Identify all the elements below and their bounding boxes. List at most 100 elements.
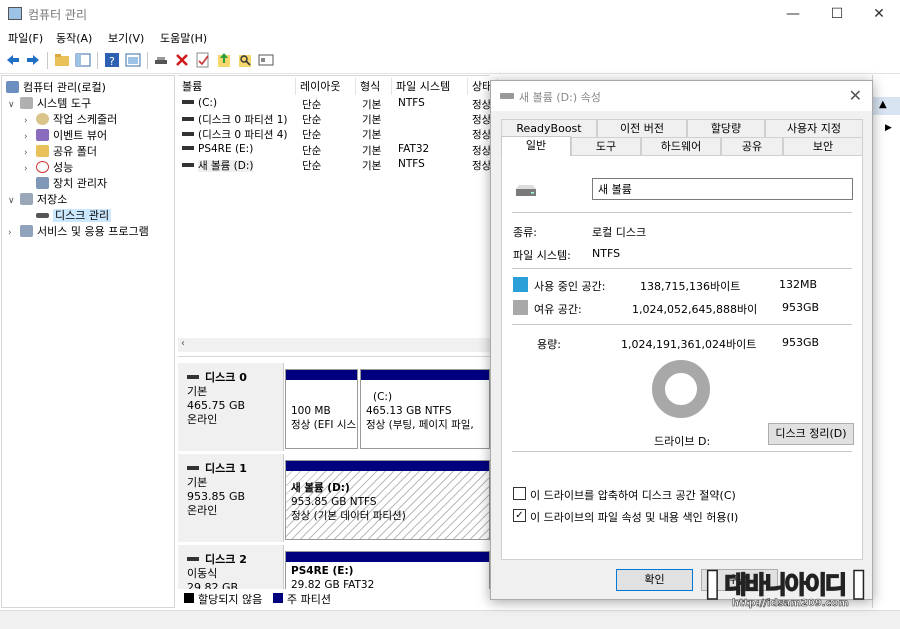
up-folder-icon[interactable] — [54, 52, 70, 68]
toolbar-separator — [147, 52, 148, 69]
table-row[interactable]: (C:) 단순 기본 NTFS 정상 — [178, 97, 491, 112]
free-space-label: 여유 공간: — [534, 303, 582, 316]
disk-map: 디스크 0 기본 465.75 GB 온라인 100 MB 정상 (EFI 시스… — [178, 356, 490, 608]
column-header-layout[interactable]: 레이아웃 — [296, 78, 356, 95]
tab-general[interactable]: 일반 — [501, 136, 571, 156]
legend-swatch-unallocated — [184, 593, 194, 603]
title-bar: 컴퓨터 관리 — ☐ ✕ — [0, 0, 900, 28]
compress-label: 이 드라이브를 압축하여 디스크 공간 절약(C) — [530, 489, 736, 502]
forward-icon[interactable] — [25, 52, 41, 68]
export-icon[interactable] — [216, 52, 232, 68]
partition-efi[interactable]: 100 MB 정상 (EFI 시스 — [285, 369, 358, 449]
search-icon[interactable] — [237, 52, 253, 68]
tree-root[interactable]: 컴퓨터 관리(로컬) — [6, 79, 106, 95]
table-row[interactable]: PS4RE (E:) 단순 기본 FAT32 정상 — [178, 143, 491, 158]
performance-icon — [36, 161, 49, 173]
drive-icon — [500, 93, 514, 99]
partition-d[interactable]: 새 볼륨 (D:) 953.85 GB NTFS 정상 (기본 데이터 파티션) — [285, 460, 490, 540]
console-icon[interactable] — [125, 52, 141, 68]
maximize-button[interactable]: ☐ — [814, 0, 860, 28]
disk-usage-donut-chart — [652, 360, 710, 418]
filesystem-label: 파일 시스템: — [513, 249, 571, 262]
tree-item-device-manager[interactable]: 장치 관리자 — [24, 175, 107, 191]
close-button[interactable]: ✕ — [856, 0, 900, 28]
drive-icon — [516, 185, 536, 196]
tab-sharing[interactable]: 공유 — [721, 137, 783, 155]
menu-action[interactable]: 동작(A) — [56, 30, 92, 46]
tree-item-performance[interactable]: › 성능 — [24, 159, 73, 175]
disk-1-info[interactable]: 디스크 1 기본 953.85 GB 온라인 — [178, 454, 284, 542]
tab-customize[interactable]: 사용자 지정 — [765, 119, 863, 137]
help-icon[interactable]: ? — [104, 52, 120, 68]
general-tab-panel: 종류: 로컬 디스크 파일 시스템: NTFS 사용 중인 공간: 138,71… — [501, 155, 863, 560]
free-space-color — [513, 300, 528, 315]
tree-item-disk-management[interactable]: 디스크 관리 — [24, 207, 112, 223]
ok-button[interactable]: 확인 — [616, 569, 693, 591]
table-row[interactable]: (디스크 0 파티션 4) 단순 기본 정상 — [178, 127, 491, 142]
table-row[interactable]: (디스크 0 파티션 1) 단순 기본 정상 — [178, 112, 491, 127]
delete-icon[interactable] — [174, 52, 190, 68]
watermark-logo-text: ▌대바니아이디▐ — [707, 570, 864, 600]
tree-item-task-scheduler[interactable]: › 작업 스케줄러 — [24, 111, 117, 127]
tab-hardware[interactable]: 하드웨어 — [641, 137, 721, 155]
tab-previous-versions[interactable]: 이전 버전 — [597, 119, 687, 137]
menu-file[interactable]: 파일(F) — [8, 30, 43, 46]
tree-item-services-apps[interactable]: › 서비스 및 응용 프로그램 — [8, 223, 149, 239]
table-row[interactable]: 새 볼륨 (D:) 단순 기본 NTFS 정상 — [178, 158, 491, 173]
column-header-volume[interactable]: 볼륨 — [178, 78, 296, 95]
disk-icon — [187, 466, 199, 470]
minimize-button[interactable]: — — [770, 0, 816, 28]
chevron-down-icon[interactable]: ∨ — [8, 100, 20, 110]
back-icon[interactable] — [5, 52, 21, 68]
column-header-type[interactable]: 형식 — [356, 78, 392, 95]
dialog-title: 새 볼륨 (D:) 속성 — [519, 91, 601, 104]
chevron-right-icon[interactable]: › — [24, 116, 36, 126]
tree-item-shared-folders[interactable]: › 공유 폴더 — [24, 143, 97, 159]
disk-2-info[interactable]: 디스크 2 이동식 29.82 GB — [178, 545, 284, 591]
capacity-size: 953GB — [782, 336, 820, 349]
horizontal-scrollbar[interactable]: ‹ — [178, 338, 490, 352]
disk-0-info[interactable]: 디스크 0 기본 465.75 GB 온라인 — [178, 363, 284, 451]
tab-readyboost[interactable]: ReadyBoost — [501, 119, 597, 137]
tab-security[interactable]: 보안 — [783, 137, 863, 155]
disk-0-block: 디스크 0 기본 465.75 GB 온라인 100 MB 정상 (EFI 시스… — [178, 363, 490, 451]
disk-icon — [182, 132, 194, 136]
settings-icon[interactable] — [258, 52, 274, 68]
volume-list: 볼륨 레이아웃 형식 파일 시스템 상태 (C:) 단순 기본 NTFS 정상 … — [178, 75, 498, 355]
menu-help[interactable]: 도움말(H) — [160, 30, 207, 46]
partition-e[interactable]: PS4RE (E:) 29.82 GB FAT32 — [285, 551, 490, 591]
actions-pane: ▲ ▶ — [872, 75, 900, 608]
disk-cleanup-button[interactable]: 디스크 정리(D) — [768, 423, 854, 445]
index-checkbox[interactable]: ✓ — [513, 509, 526, 522]
legend-label-unallocated: 할당되지 않음 — [198, 593, 263, 606]
chevron-down-icon[interactable]: ∨ — [8, 196, 20, 206]
show-hide-tree-icon[interactable] — [75, 52, 91, 68]
volume-name-input[interactable] — [592, 178, 853, 200]
tree-item-storage[interactable]: ∨ 저장소 — [8, 191, 67, 207]
tree-item-event-viewer[interactable]: › 이벤트 뷰어 — [24, 127, 107, 143]
menu-view[interactable]: 보기(V) — [108, 30, 144, 46]
chevron-right-icon[interactable]: › — [8, 228, 20, 238]
tab-quota[interactable]: 할당량 — [687, 119, 765, 137]
capacity-bytes: 1,024,191,361,024바이트 — [621, 338, 757, 351]
disk-icon — [182, 163, 194, 167]
connect-icon[interactable] — [153, 52, 169, 68]
chevron-right-icon[interactable]: › — [24, 132, 36, 142]
tab-tools[interactable]: 도구 — [571, 137, 641, 155]
dialog-close-button[interactable]: ✕ — [849, 86, 862, 105]
chevron-right-icon[interactable]: › — [24, 164, 36, 174]
properties-icon[interactable] — [195, 52, 211, 68]
tree-item-system-tools[interactable]: ∨ 시스템 도구 — [8, 95, 91, 111]
actions-header[interactable]: ▲ — [873, 97, 900, 115]
collapse-icon[interactable]: ▲ — [879, 99, 887, 110]
navigation-tree: 컴퓨터 관리(로컬) ∨ 시스템 도구 › 작업 스케줄러 › 이벤트 뷰어 › 공유 … — [1, 75, 175, 608]
partition-c[interactable]: (C:) 465.13 GB NTFS 정상 (부팅, 페이지 파일, — [360, 369, 490, 449]
scroll-left-icon[interactable]: ‹ — [181, 338, 185, 349]
compress-checkbox[interactable] — [513, 487, 526, 500]
dialog-title-bar: 새 볼륨 (D:) 속성 ✕ — [491, 81, 872, 111]
more-actions-icon[interactable]: ▶ — [885, 123, 892, 133]
column-header-filesystem[interactable]: 파일 시스템 — [392, 78, 468, 95]
type-value: 로컬 디스크 — [592, 226, 647, 239]
chevron-right-icon[interactable]: › — [24, 148, 36, 158]
toolbar: ? — [0, 48, 900, 74]
